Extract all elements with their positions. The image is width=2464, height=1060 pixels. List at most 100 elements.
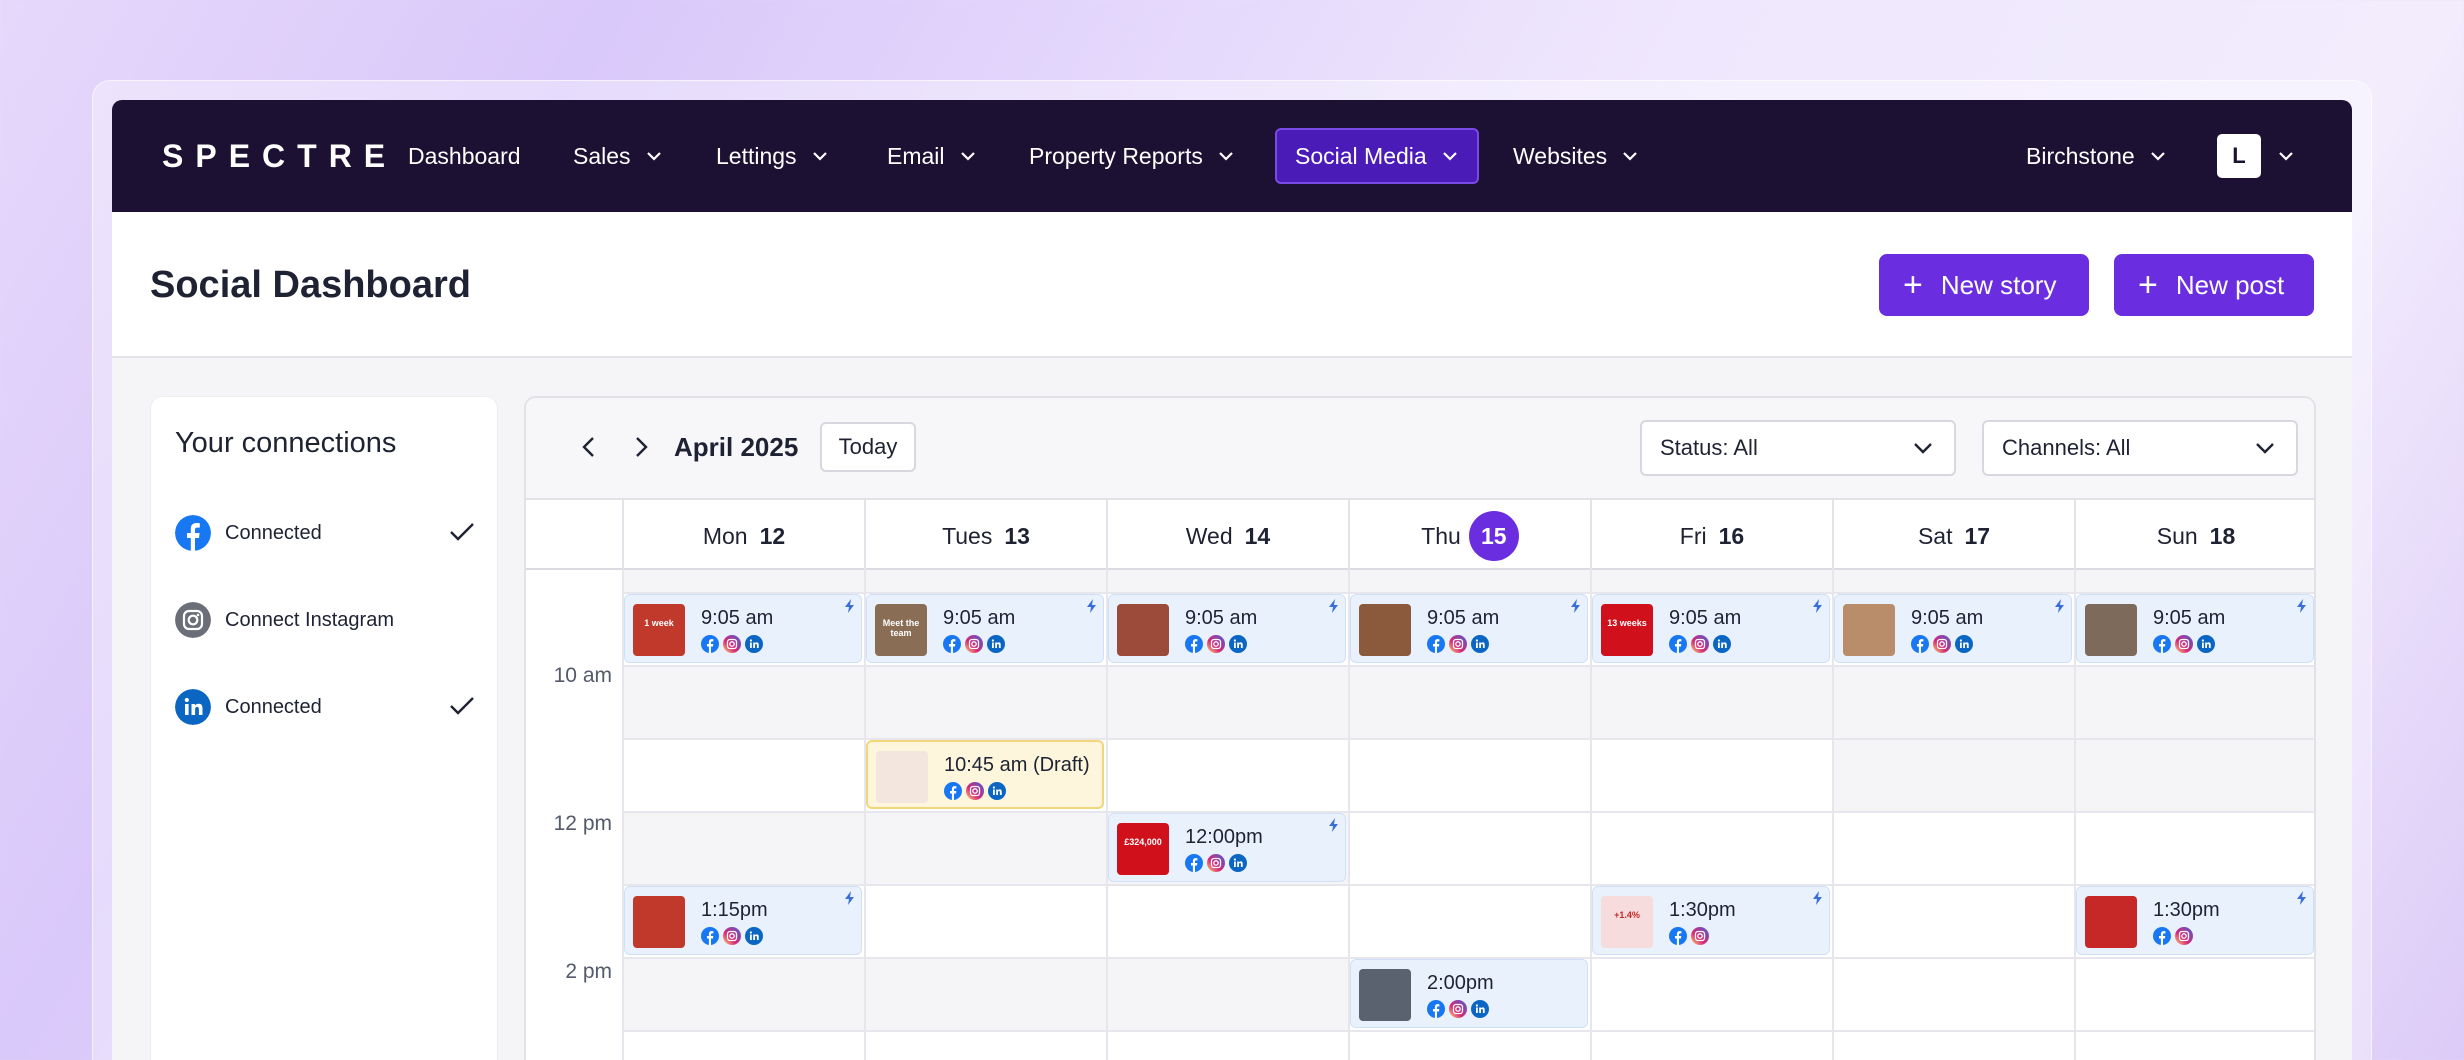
channels-filter[interactable]: Channels: All (1982, 420, 2298, 476)
post-channels (1427, 1000, 1489, 1018)
facebook-icon (175, 515, 211, 551)
nav-sales-label: Sales (573, 142, 631, 169)
post-time: 1:15pm (701, 899, 768, 921)
post-time: 9:05 am (701, 607, 774, 629)
calendar-toolbar: April 2025 Today Status: All Channels: A… (526, 398, 2314, 498)
nav-dashboard[interactable]: Dashboard (408, 128, 521, 184)
scheduled-post-event[interactable]: +1.4% 1:30pm (1592, 886, 1830, 955)
linkedin-icon (745, 927, 763, 945)
lightning-icon (2297, 599, 2306, 613)
user-menu-chevron-icon[interactable] (2277, 147, 2295, 165)
grid-row-line (622, 665, 2314, 667)
account-switcher[interactable]: Birchstone (2026, 128, 2167, 184)
today-button[interactable]: Today (820, 422, 916, 472)
facebook-icon (1669, 635, 1687, 653)
day-number: 14 (1244, 522, 1271, 549)
new-story-label: New story (1940, 269, 2057, 300)
post-thumbnail: Meet the team (875, 604, 927, 656)
scheduled-post-event[interactable]: 9:05 am (1834, 594, 2072, 663)
nav-sales[interactable]: Sales (573, 128, 663, 184)
post-thumbnail (1843, 604, 1895, 656)
avatar[interactable]: L (2217, 134, 2261, 178)
nav-property-reports-label: Property Reports (1029, 142, 1203, 169)
connection-facebook[interactable]: Connected (175, 513, 475, 553)
scheduled-post-event[interactable]: 2:00pm (1350, 959, 1588, 1028)
lightning-icon (1329, 818, 1338, 832)
nav-lettings-label: Lettings (716, 142, 797, 169)
day-name: Fri (1679, 522, 1707, 549)
post-time: 9:05 am (1427, 607, 1500, 629)
new-story-button[interactable]: + New story (1879, 254, 2089, 316)
grid-row-line (622, 811, 2314, 813)
instagram-icon (1449, 635, 1467, 653)
scheduled-post-event[interactable]: 13 weeks 9:05 am (1592, 594, 1830, 663)
instagram-icon (723, 927, 741, 945)
grid-cell-shade (1832, 738, 2074, 811)
scheduled-post-event[interactable]: 9:05 am (2076, 594, 2314, 663)
chevron-down-icon (2256, 443, 2274, 454)
logo[interactable]: SPECTRE (162, 138, 397, 175)
post-thumbnail-text: +1.4% (1614, 910, 1640, 920)
post-thumbnail (2085, 896, 2137, 948)
facebook-icon (1185, 854, 1203, 872)
nav-websites[interactable]: Websites (1513, 128, 1639, 184)
plus-icon: + (2138, 266, 2158, 304)
scheduled-post-event[interactable]: 1:15pm (624, 886, 862, 955)
scheduled-post-event[interactable]: 1 week 9:05 am (624, 594, 862, 663)
nav-email[interactable]: Email (887, 128, 977, 184)
facebook-icon (1427, 635, 1445, 653)
chevron-left-icon[interactable] (574, 432, 604, 462)
nav-lettings[interactable]: Lettings (716, 128, 829, 184)
grid-cell-shade (1106, 957, 1348, 1030)
chevron-down-icon (960, 152, 975, 161)
scheduled-post-event[interactable]: 9:05 am (1108, 594, 1346, 663)
new-post-button[interactable]: + New post (2114, 254, 2314, 316)
time-label: 10 am (553, 664, 612, 687)
nav-property-reports[interactable]: Property Reports (1029, 128, 1235, 184)
day-number: 12 (759, 522, 786, 549)
lightning-icon (845, 599, 854, 613)
post-thumbnail: +1.4% (1601, 896, 1653, 948)
post-time: 9:05 am (943, 607, 1016, 629)
instagram-icon (2175, 635, 2193, 653)
scheduled-post-event[interactable]: 9:05 am (1350, 594, 1588, 663)
page-title: Social Dashboard (150, 264, 471, 306)
page-header: Social Dashboard + New story + New post (112, 212, 2352, 358)
linkedin-icon (1471, 635, 1489, 653)
linkedin-icon (2197, 635, 2215, 653)
chevron-right-icon[interactable] (626, 432, 656, 462)
nav-websites-label: Websites (1513, 142, 1608, 169)
day-name: Thu (1421, 522, 1461, 549)
chevron-down-icon (812, 152, 827, 161)
nav-social-media[interactable]: Social Media (1275, 128, 1479, 184)
day-number: 13 (1004, 522, 1030, 549)
channels-filter-value: Channels: All (2002, 435, 2131, 460)
linkedin-icon (988, 782, 1006, 800)
grid-cell-shade (2074, 665, 2314, 738)
post-channels (1185, 635, 1247, 653)
scheduled-post-event[interactable]: 1:30pm (2076, 886, 2314, 955)
facebook-icon (1185, 635, 1203, 653)
calendar-grid: 10 am 12 pm 2 pm 1 week 9:05 am Meet the t… (526, 570, 2314, 1060)
grid-cell-shade (864, 811, 1106, 884)
status-filter[interactable]: Status: All (1640, 420, 1956, 476)
connection-instagram[interactable]: Connect Instagram (175, 600, 475, 640)
facebook-icon (1427, 1000, 1445, 1018)
facebook-icon (2153, 635, 2171, 653)
post-channels (1427, 635, 1489, 653)
post-thumbnail (1359, 604, 1411, 656)
scheduled-post-event[interactable]: £324,000 12:00pm (1108, 813, 1346, 882)
instagram-icon (175, 602, 211, 638)
connection-linkedin[interactable]: Connected (175, 687, 475, 727)
post-channels (944, 782, 1006, 800)
day-header-thu: Thu 15 (1348, 500, 1590, 572)
chevron-down-icon (1219, 152, 1233, 161)
day-number: 17 (1964, 522, 1991, 549)
check-icon (450, 697, 474, 715)
chevron-down-icon (646, 152, 661, 161)
facebook-icon (944, 782, 962, 800)
post-channels (1669, 927, 1709, 945)
draft-post-event[interactable]: 10:45 am (Draft) (866, 740, 1104, 809)
day-header-mon: Mon 12 (622, 500, 864, 572)
scheduled-post-event[interactable]: Meet the team 9:05 am (866, 594, 1104, 663)
